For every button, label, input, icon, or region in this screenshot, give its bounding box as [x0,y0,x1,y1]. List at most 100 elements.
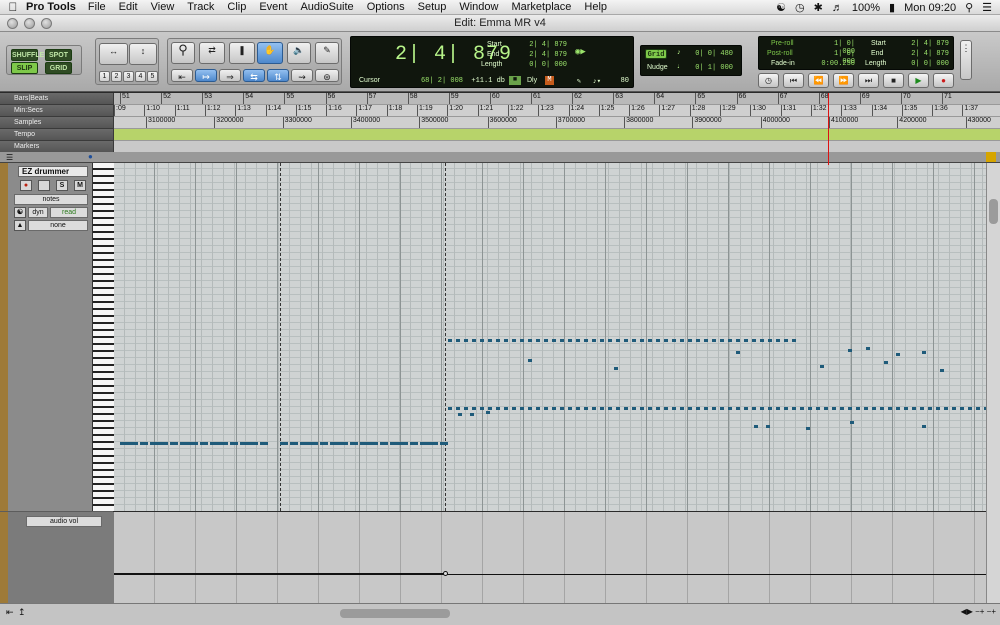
midi-note[interactable] [648,339,652,342]
midi-note[interactable] [260,442,268,445]
menu-view[interactable]: View [151,1,175,13]
midi-note[interactable] [512,407,516,410]
midi-note[interactable] [704,407,708,410]
menu-marketplace[interactable]: Marketplace [511,1,571,13]
midi-note[interactable] [496,407,500,410]
midi-note[interactable] [430,442,438,445]
memory-location-icon[interactable]: ↥ [18,607,26,618]
group-selector[interactable]: none [28,220,88,231]
midi-note[interactable] [744,339,748,342]
midi-note[interactable] [792,339,796,342]
midi-note[interactable] [680,339,684,342]
midi-note[interactable] [470,413,474,416]
midi-note[interactable] [922,425,926,428]
smart-tool-icon[interactable]: ⊛ [315,69,339,82]
midi-note[interactable] [922,351,926,354]
midi-note[interactable] [486,411,490,414]
midi-note[interactable] [696,407,700,410]
midi-note[interactable] [664,407,668,410]
midi-note[interactable] [736,351,740,354]
input-monitor-button[interactable] [38,180,50,191]
menu-audiosuite[interactable]: AudioSuite [300,1,353,13]
midi-note[interactable] [920,407,924,410]
midi-note[interactable] [488,339,492,342]
midi-note[interactable] [776,339,780,342]
link-timeline-icon[interactable]: ↦ [195,69,217,82]
midi-note[interactable] [488,407,492,410]
midi-note[interactable] [340,442,348,445]
midi-note[interactable] [400,442,408,445]
midi-note[interactable] [884,361,888,364]
midi-note[interactable] [632,407,636,410]
midi-note[interactable] [792,407,796,410]
midi-note[interactable] [220,442,228,445]
link-track-edit-icon[interactable]: ⇆ [243,69,265,82]
postroll-label[interactable]: Post-roll [767,50,793,57]
clock-text[interactable]: Mon 09:20 [904,2,956,14]
grid-button[interactable]: GRID [45,62,72,74]
solo-button[interactable]: S [56,180,68,191]
menu-options[interactable]: Options [367,1,405,13]
zoom-preset-5[interactable]: 5 [147,71,158,82]
midi-note[interactable] [370,442,378,445]
midi-note[interactable] [824,407,828,410]
midi-note[interactable] [584,339,588,342]
lane-selector[interactable]: audio vol [26,516,102,527]
minsecs-ruler-label[interactable]: Min:Secs [0,105,114,117]
menu-edit[interactable]: Edit [119,1,138,13]
midi-note[interactable] [784,407,788,410]
stop-icon[interactable]: ■ [883,73,904,88]
midi-note[interactable] [856,407,860,410]
selector-tool-icon[interactable]: ❚ [229,42,255,64]
midi-note[interactable] [350,442,358,445]
record-arm-button[interactable]: ● [20,180,32,191]
midi-note[interactable] [640,339,644,342]
midi-note[interactable] [672,407,676,410]
midi-note[interactable] [576,407,580,410]
midi-note[interactable] [720,407,724,410]
automation-follows-icon[interactable]: ⇝ [291,69,313,82]
midi-note[interactable] [380,442,388,445]
grid-toggle[interactable]: Grid [645,49,667,59]
zoom-preset-1[interactable]: 1 [99,71,110,82]
go-to-end-icon[interactable]: ⏭ [858,73,879,88]
bars-ruler-lane[interactable]: 51 52 53 54 55 56 57 58 59 60 61 62 63 64 65 66 67 68 69 70… [114,93,1000,105]
midi-note[interactable] [552,339,556,342]
midi-note[interactable] [960,407,964,410]
group-icon[interactable]: ▲ [14,220,26,231]
midi-note[interactable] [448,339,452,342]
midi-note[interactable] [928,407,932,410]
fadein-label[interactable]: Fade-in [771,60,795,67]
vertical-scroll-thumb[interactable] [989,199,998,224]
piano-keyboard[interactable] [92,163,114,511]
midi-note[interactable] [866,347,870,350]
meter-icon[interactable]: ■ [509,76,521,85]
midi-note[interactable] [472,407,476,410]
midi-note[interactable] [712,407,716,410]
midi-note[interactable] [806,427,810,430]
midi-note[interactable] [736,407,740,410]
midi-note[interactable] [896,353,900,356]
midi-note[interactable] [816,407,820,410]
menu-window[interactable]: Window [459,1,498,13]
volume-line[interactable] [447,574,986,575]
horizontal-scroll-thumb[interactable] [340,609,450,618]
midi-note[interactable] [850,421,854,424]
fast-forward-icon[interactable]: ⏩ [833,73,854,88]
midi-note[interactable] [896,407,900,410]
record-icon[interactable]: ● [933,73,954,88]
midi-note[interactable] [744,407,748,410]
samples-ruler-lane[interactable]: 3100000 3200000 3300000 3400000 3500000 36000… [114,117,1000,129]
automation-lane-area[interactable] [114,512,986,603]
automation-icon[interactable]: ☯ [14,207,26,218]
midi-note[interactable] [520,407,524,410]
midi-note[interactable] [768,407,772,410]
playhead-cursor[interactable] [828,93,829,165]
midi-note[interactable] [648,407,652,410]
midi-note[interactable] [820,365,824,368]
app-name-menu[interactable]: Pro Tools [26,1,76,13]
vertical-zoom-icon[interactable]: ↕ [129,43,157,65]
midi-note[interactable] [160,442,168,445]
midi-note[interactable] [472,339,476,342]
midi-note[interactable] [912,407,916,410]
